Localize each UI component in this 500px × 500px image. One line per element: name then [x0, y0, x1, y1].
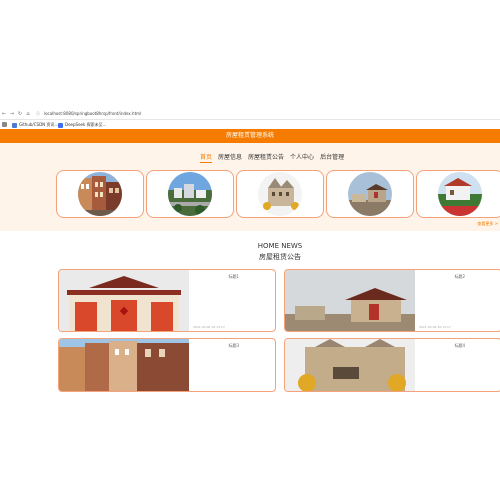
house-image [168, 172, 212, 216]
menu-item-notices[interactable]: 房屋租赁公告 [248, 152, 284, 163]
reload-icon[interactable]: ↻ [16, 111, 24, 117]
forward-icon[interactable]: → [8, 111, 16, 117]
apps-icon[interactable] [2, 122, 7, 127]
bookmark-item[interactable]: DeepSeek 探索未至... [58, 122, 106, 128]
menu-item-houses[interactable]: 房屋信息 [218, 152, 242, 163]
news-image [59, 339, 189, 391]
carousel-card[interactable] [416, 170, 500, 218]
news-label: 标题1 [228, 274, 239, 279]
news-label: 标题3 [228, 343, 239, 348]
news-image [285, 339, 415, 391]
back-icon[interactable]: ← [0, 111, 8, 117]
menu-item-profile[interactable]: 个人中心 [290, 152, 314, 163]
house-image [438, 172, 482, 216]
news-image [285, 270, 415, 331]
news-label: 标题2 [454, 274, 465, 279]
nav-area: 首页 房屋信息 房屋租赁公告 个人中心 后台管理 查看更多 > [0, 143, 500, 231]
carousel-card[interactable] [236, 170, 324, 218]
news-label: 标题4 [454, 343, 465, 348]
bookmark-item[interactable]: Github/CSDN 资讯... [12, 122, 58, 128]
news-card[interactable]: 标题4 [284, 338, 500, 392]
news-title-cn: 房屋租赁公告 [259, 253, 301, 261]
site-header: 房屋租赁管理系统 [0, 129, 500, 143]
browser-toolbar: ← → ↻ ⌂ ⓘ localhost:8080/springboot8hrsp… [0, 109, 500, 120]
news-card[interactable]: 标题1 2021-03-06 10:13:17 [58, 269, 276, 332]
view-more-link[interactable]: 查看更多 > [477, 221, 498, 227]
news-card[interactable]: 标题3 [58, 338, 276, 392]
house-image [258, 172, 302, 216]
news-image [59, 270, 189, 331]
menu-item-admin[interactable]: 后台管理 [320, 152, 344, 163]
home-icon[interactable]: ⌂ [24, 111, 32, 117]
news-date: 2021-03-06 10:13:17 [193, 325, 225, 329]
site-title: 房屋租赁管理系统 [225, 132, 274, 139]
house-image [78, 172, 122, 216]
address-bar[interactable]: localhost:8080/springboot8hrsp/front/ind… [44, 111, 141, 117]
news-date: 2021-03-06 10:13:17 [419, 325, 451, 329]
menu-item-home[interactable]: 首页 [200, 152, 213, 163]
house-image [348, 172, 392, 216]
news-title-en: HOME NEWS [257, 242, 303, 250]
bookmark-icon [12, 122, 17, 128]
carousel-card[interactable] [146, 170, 234, 218]
carousel-card[interactable] [326, 170, 414, 218]
main-menu: 首页 房屋信息 房屋租赁公告 个人中心 后台管理 [200, 152, 350, 163]
news-card[interactable]: 标题2 2021-03-06 10:13:17 [284, 269, 500, 332]
site-info-icon[interactable]: ⓘ [36, 111, 40, 117]
carousel-card[interactable] [56, 170, 144, 218]
bookmark-icon [58, 122, 63, 128]
